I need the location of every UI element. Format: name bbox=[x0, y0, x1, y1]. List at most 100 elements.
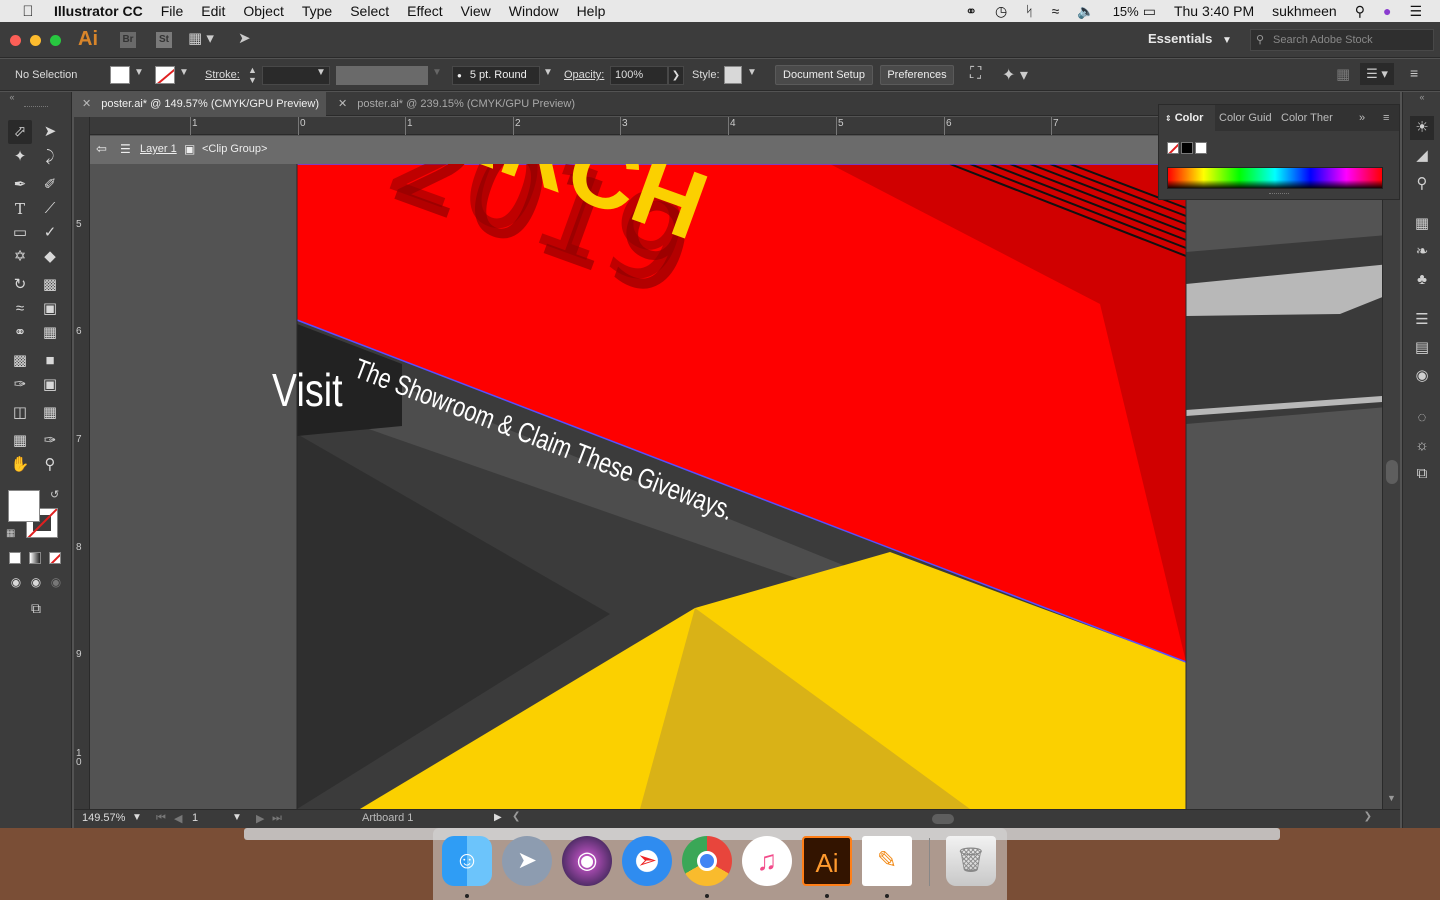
trash-icon[interactable]: 🗑 bbox=[946, 836, 996, 886]
column-graph-tool-icon[interactable]: ▦ bbox=[38, 401, 62, 425]
collapse-tools-icon[interactable]: « bbox=[0, 92, 24, 102]
opacity-arrow-icon[interactable]: ❯ bbox=[668, 66, 684, 85]
blend-tool-icon[interactable]: ▣ bbox=[38, 373, 62, 397]
bluetooth-icon[interactable]: ᛋ bbox=[1025, 3, 1033, 19]
artboard-tool-icon[interactable]: ▦ bbox=[8, 429, 32, 453]
lasso-tool-icon[interactable]: ⤸ bbox=[38, 145, 62, 169]
brushes-icon[interactable]: ❧ bbox=[1410, 240, 1434, 264]
itunes-icon[interactable]: ♫ bbox=[742, 836, 792, 886]
menu-help[interactable]: Help bbox=[577, 3, 606, 19]
line-tool-icon[interactable]: ⟋ bbox=[38, 197, 62, 221]
gradient-tool-icon[interactable]: ■ bbox=[38, 349, 62, 373]
color-spectrum[interactable] bbox=[1167, 167, 1383, 189]
paintbrush-tool-icon[interactable]: ✓ bbox=[38, 221, 62, 245]
volume-icon[interactable]: 🔈 bbox=[1077, 3, 1094, 20]
type-tool-icon[interactable]: T bbox=[8, 197, 32, 221]
tab-color-themes[interactable]: Color Ther bbox=[1281, 105, 1341, 131]
rectangle-tool-icon[interactable]: ▭ bbox=[8, 221, 32, 245]
scroll-down-icon[interactable]: ▼ bbox=[1387, 793, 1396, 803]
swatches-icon[interactable]: ▦ bbox=[1410, 212, 1434, 236]
width-tool-icon[interactable]: ≈ bbox=[8, 297, 32, 321]
panel-grid-icon[interactable]: ▦ bbox=[1336, 65, 1350, 83]
launchpad-icon[interactable]: ➤ bbox=[502, 836, 552, 886]
previous-artboard-icon[interactable]: ◀ bbox=[174, 812, 182, 825]
status-menu-icon[interactable]: ▶ bbox=[494, 812, 502, 823]
zoom-dropdown-icon[interactable]: ▼ bbox=[132, 812, 142, 823]
menu-type[interactable]: Type bbox=[302, 3, 332, 19]
layers-icon[interactable]: ⧉ bbox=[1410, 462, 1434, 486]
horizontal-scroll-thumb[interactable] bbox=[932, 814, 954, 824]
fill-dropdown-icon[interactable]: ▼ bbox=[134, 67, 144, 78]
wifi-icon[interactable]: ≈ bbox=[1052, 3, 1060, 19]
eraser-tool-icon[interactable]: ◆ bbox=[38, 245, 62, 269]
zoom-level[interactable]: 149.57% bbox=[82, 812, 125, 824]
breadcrumb-layer[interactable]: Layer 1 bbox=[140, 143, 177, 155]
next-artboard-icon[interactable]: ▶ bbox=[256, 812, 264, 825]
artwork[interactable]: 2019 2019 ARCH Visit The Showroom & Clai… bbox=[90, 164, 1400, 809]
pen-tool-icon[interactable]: ✒ bbox=[8, 173, 32, 197]
apple-icon[interactable]:  bbox=[18, 3, 38, 20]
magic-wand-tool-icon[interactable]: ✦ bbox=[8, 145, 32, 169]
battery-icon[interactable]: ▭ bbox=[1143, 3, 1156, 20]
opacity-label[interactable]: Opacity: bbox=[564, 59, 604, 91]
stroke-weight-stepper[interactable]: ▲ ▼ bbox=[248, 65, 257, 85]
shape-builder-tool-icon[interactable]: ⚭ bbox=[8, 321, 32, 345]
menu-edit[interactable]: Edit bbox=[201, 3, 225, 19]
color-themes-icon[interactable]: ⚲ bbox=[1410, 172, 1434, 196]
draw-inside-icon[interactable]: ◉ bbox=[44, 570, 68, 594]
panel-expand-icon[interactable]: » bbox=[1359, 105, 1373, 131]
user-name[interactable]: sukhmeen bbox=[1272, 3, 1337, 19]
bridge-button[interactable]: Br bbox=[120, 32, 136, 48]
mesh-tool-icon[interactable]: ▩ bbox=[8, 349, 32, 373]
workspace-switcher[interactable]: Essentials ▼ bbox=[1148, 31, 1232, 46]
siri-icon[interactable]: ● bbox=[1383, 3, 1391, 19]
eyedropper-tool-icon[interactable]: ✑ bbox=[8, 373, 32, 397]
screen-mode-icon[interactable]: ⧉ bbox=[24, 596, 48, 620]
zoom-tool-icon[interactable]: ⚲ bbox=[38, 453, 62, 477]
tab-poster-149[interactable]: ✕ poster.ai* @ 149.57% (CMYK/GPU Preview) bbox=[74, 92, 326, 116]
variable-width-profile[interactable] bbox=[336, 66, 428, 85]
swap-fill-stroke-icon[interactable]: ↺ bbox=[50, 488, 59, 501]
menu-view[interactable]: View bbox=[461, 3, 491, 19]
pages-icon[interactable]: ✎ bbox=[862, 836, 912, 886]
stroke-label[interactable]: Stroke: bbox=[205, 59, 240, 91]
creative-cloud-icon[interactable]: ⚭ bbox=[965, 3, 977, 20]
artboard-number[interactable]: 1 bbox=[192, 812, 198, 824]
gpu-performance-icon[interactable]: ➤ bbox=[238, 29, 251, 47]
menu-effect[interactable]: Effect bbox=[407, 3, 443, 19]
opacity-input[interactable]: 100% bbox=[610, 66, 668, 85]
stroke-dropdown-icon[interactable]: ▼ bbox=[179, 67, 189, 78]
preferences-button[interactable]: Preferences bbox=[880, 65, 954, 85]
time-machine-icon[interactable]: ◷ bbox=[995, 3, 1007, 20]
canvas[interactable]: 2019 2019 ARCH Visit The Showroom & Clai… bbox=[90, 164, 1400, 809]
black-swatch[interactable] bbox=[1181, 142, 1193, 154]
gradient-icon[interactable]: ▤ bbox=[1410, 336, 1434, 360]
tab-poster-239[interactable]: ✕ poster.ai* @ 239.15% (CMYK/GPU Preview) bbox=[330, 92, 590, 116]
menu-object[interactable]: Object bbox=[243, 3, 283, 19]
breadcrumb-group[interactable]: <Clip Group> bbox=[202, 143, 267, 155]
expand-dock-icon[interactable]: « bbox=[1410, 92, 1434, 102]
tools-grip[interactable] bbox=[24, 106, 48, 108]
vertical-scrollbar[interactable]: ▼ bbox=[1382, 117, 1400, 809]
white-swatch[interactable] bbox=[1195, 142, 1207, 154]
fill-color-box[interactable] bbox=[8, 490, 40, 522]
style-dropdown-icon[interactable]: ▼ bbox=[747, 67, 757, 78]
illustrator-icon[interactable]: Ai bbox=[802, 836, 852, 886]
scale-tool-icon[interactable]: ▩ bbox=[38, 273, 62, 297]
chrome-icon[interactable] bbox=[682, 836, 732, 886]
back-arrow-icon[interactable]: ⇦ bbox=[96, 141, 107, 157]
color-mode-button[interactable] bbox=[9, 552, 21, 564]
transform-icon[interactable]: ✦ ▾ bbox=[1002, 65, 1028, 85]
direct-selection-tool-icon[interactable]: ➤ bbox=[38, 120, 62, 144]
scroll-left-icon[interactable]: ❮ bbox=[512, 811, 520, 822]
symbol-sprayer-tool-icon[interactable]: ◫ bbox=[8, 401, 32, 425]
symbols-icon[interactable]: ♣ bbox=[1410, 268, 1434, 292]
menu-window[interactable]: Window bbox=[509, 3, 559, 19]
vertical-scroll-thumb[interactable] bbox=[1386, 460, 1398, 484]
free-transform-tool-icon[interactable]: ▣ bbox=[38, 297, 62, 321]
horizontal-scrollbar[interactable]: ❮ ❯ bbox=[512, 811, 1372, 826]
graphic-style-swatch[interactable] bbox=[724, 66, 742, 84]
arrange-documents-icon[interactable]: ▦ ▾ bbox=[188, 29, 214, 47]
tab-color[interactable]: ⇕ Color bbox=[1159, 105, 1215, 131]
stroke-weight-dropdown-icon[interactable]: ▼ bbox=[316, 67, 326, 78]
